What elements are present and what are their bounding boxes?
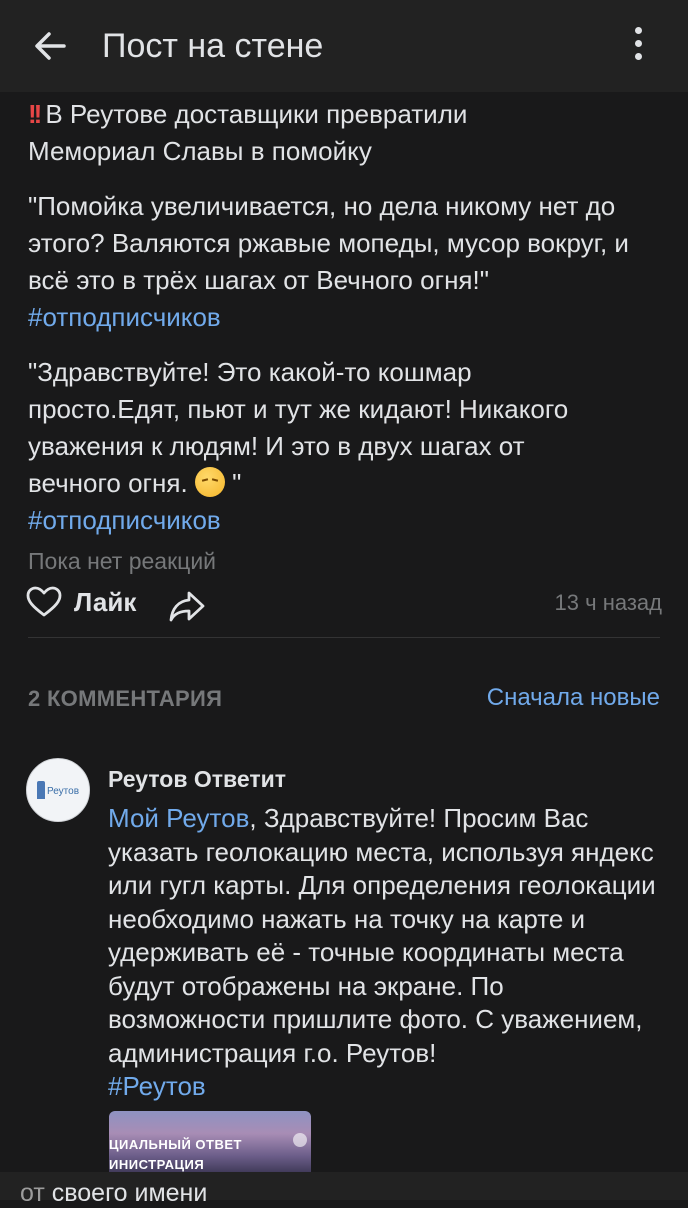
pensive-face-emoji-icon bbox=[194, 467, 225, 497]
comment-composer-bar[interactable]: от своего имени bbox=[0, 1172, 688, 1207]
double-exclamation-icon: !! bbox=[28, 99, 42, 129]
sort-comments-button[interactable]: Сначала новые bbox=[487, 684, 660, 712]
heart-icon bbox=[26, 586, 62, 617]
like-label: Лайк bbox=[74, 586, 137, 617]
quote-2-line3: уважения к людям! И это в двух шагах от bbox=[28, 431, 525, 461]
quote-2-closing: " bbox=[224, 468, 242, 498]
quote-2-line1: "Здравствуйте! Это какой-то кошмар bbox=[28, 357, 472, 387]
post-title-line2: Мемориал Славы в помойку bbox=[28, 136, 372, 166]
reactions-summary: Пока нет реакций bbox=[28, 548, 217, 574]
divider bbox=[28, 637, 660, 638]
comments-count: 2 КОММЕНТАРИЯ bbox=[28, 686, 223, 711]
share-icon bbox=[169, 591, 205, 622]
dot-icon bbox=[634, 40, 642, 47]
dot-icon bbox=[634, 53, 642, 60]
hashtag-link[interactable]: #отподписчиков bbox=[28, 505, 221, 535]
attachment-badge-icon bbox=[293, 1133, 307, 1147]
arrow-left-icon bbox=[35, 32, 66, 60]
post-body: !! В Реутове доставщики превратили Мемори… bbox=[28, 96, 668, 557]
comments-header: 2 КОММЕНТАРИЯ Сначала новые bbox=[28, 684, 660, 718]
dot-icon bbox=[634, 27, 642, 34]
post-quote-2: "Здравствуйте! Это какой-то кошмар прост… bbox=[28, 354, 668, 539]
attachment-caption-line2: ИНИСТРАЦИЯ bbox=[109, 1157, 205, 1172]
top-app-bar: Пост на стене bbox=[0, 0, 688, 92]
comment-author[interactable]: Реутов Ответит bbox=[108, 766, 286, 793]
avatar-logo-text: Реутов bbox=[47, 786, 80, 797]
tower-icon bbox=[37, 781, 45, 799]
comment-body: , Здравствуйте! Просим Вас указать геоло… bbox=[108, 803, 656, 1068]
comment-text: Мой Реутов, Здравствуйте! Просим Вас ука… bbox=[108, 802, 664, 1104]
page-title: Пост на стене bbox=[102, 27, 324, 65]
like-button[interactable]: Лайк bbox=[26, 586, 136, 618]
quote-2-line4: вечного огня. bbox=[28, 468, 195, 498]
hashtag-link[interactable]: #отподписчиков bbox=[28, 302, 221, 332]
attachment-caption-line1: ЦИАЛЬНЫЙ ОТВЕТ bbox=[109, 1137, 242, 1152]
post-title: !! В Реутове доставщики превратили Мемори… bbox=[28, 96, 668, 170]
post-quote-1: "Помойка увеличивается, но дела никому н… bbox=[28, 188, 668, 336]
post-as-label: от своего имени bbox=[20, 1178, 207, 1208]
avatar[interactable]: Реутов bbox=[26, 758, 90, 822]
comment-image-attachment[interactable]: ЦИАЛЬНЫЙ ОТВЕТ ИНИСТРАЦИЯ bbox=[109, 1111, 311, 1175]
post-as-value: своего имени bbox=[51, 1179, 208, 1207]
hashtag-link[interactable]: #Реутов bbox=[108, 1071, 206, 1101]
mention-link[interactable]: Мой Реутов bbox=[108, 803, 249, 833]
more-menu-button[interactable] bbox=[620, 24, 656, 68]
post-title-line1: В Реутове доставщики превратили bbox=[45, 99, 468, 129]
post-actions: Лайк 13 ч назад bbox=[26, 584, 662, 628]
quote-2-line2: просто.Едят, пьют и тут же кидают! Никак… bbox=[28, 394, 569, 424]
share-button[interactable] bbox=[168, 587, 206, 625]
post-timestamp: 13 ч назад bbox=[554, 590, 662, 615]
back-button[interactable] bbox=[30, 26, 70, 66]
quote-1-text: "Помойка увеличивается, но дела никому н… bbox=[28, 191, 629, 295]
post-as-prefix: от bbox=[20, 1179, 45, 1207]
